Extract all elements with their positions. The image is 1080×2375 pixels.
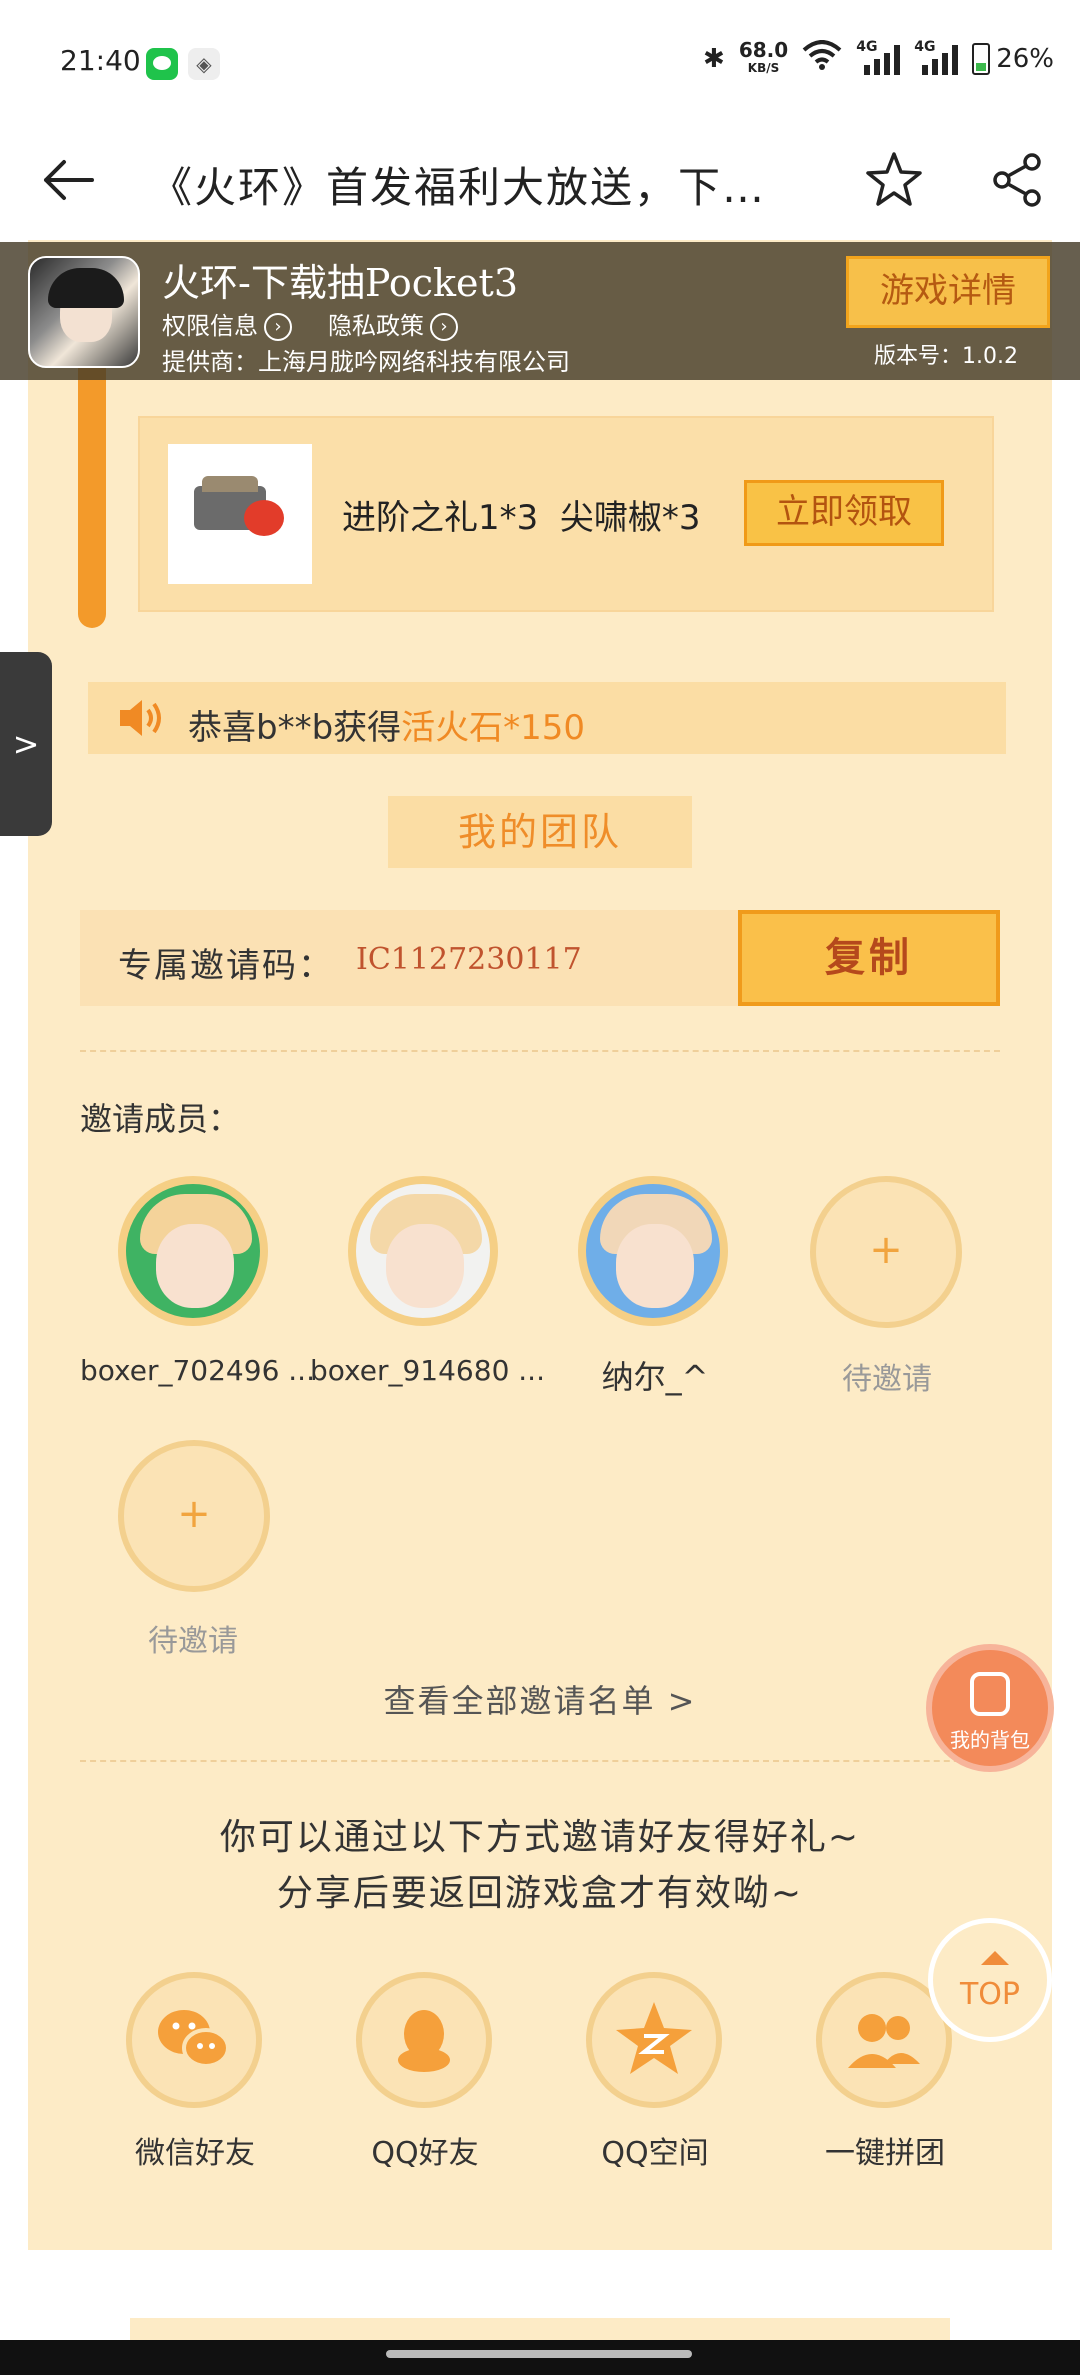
group-icon <box>848 2014 920 2068</box>
battery-indicator: 26% <box>972 42 1054 75</box>
invite-code-label: 专属邀请码： <box>118 946 334 986</box>
page-title: 《火环》首发福利大放送，下… <box>150 163 767 212</box>
status-right: ✱ 68.0 KB/S 4G 4G 26% <box>703 37 1054 77</box>
member-avatar[interactable] <box>348 1176 498 1326</box>
provider-text: 提供商：上海月胧吟网络科技有限公司 <box>162 348 570 376</box>
qzone-share-button[interactable] <box>586 1972 722 2108</box>
divider <box>80 1050 1000 1052</box>
team-section-title: 我的团队 <box>388 796 692 868</box>
share-label: QQ好友 <box>371 2136 479 2171</box>
view-all-invites-link[interactable]: 查看全部邀请名单 > <box>0 1676 1080 1722</box>
member-name: boxer_914680 ... <box>310 1354 545 1387</box>
reward-items: 进阶之礼1*3 尖啸椒*3 <box>342 498 701 538</box>
member-avatar[interactable] <box>578 1176 728 1326</box>
speaker-icon <box>116 696 168 740</box>
progress-track <box>78 352 106 628</box>
next-card-edge <box>130 2318 950 2342</box>
wechat-notification-icon <box>146 48 178 80</box>
chevron-right-icon: › <box>264 313 292 341</box>
chevron-right-icon: › <box>430 313 458 341</box>
privacy-link[interactable]: 隐私政策 › <box>328 306 458 341</box>
version-text: 版本号：1.0.2 <box>874 344 1018 369</box>
share-icon[interactable] <box>990 152 1046 208</box>
member-avatar[interactable] <box>118 1176 268 1326</box>
wechat-icon <box>158 2010 230 2068</box>
chevron-right-icon: > <box>12 725 40 763</box>
notice-text: 恭喜b**b获得活火石*150 <box>188 708 586 748</box>
qq-icon <box>398 2010 450 2072</box>
signal-1-icon: 4G <box>856 39 901 75</box>
invite-description: 你可以通过以下方式邀请好友得好礼~ <box>219 1817 861 1858</box>
member-name: 待邀请 <box>148 1624 238 1659</box>
game-details-button[interactable]: 游戏详情 <box>846 256 1050 328</box>
share-label: 微信好友 <box>135 2136 255 2171</box>
share-label: 一键拼团 <box>825 2136 945 2171</box>
permissions-link[interactable]: 权限信息 › <box>162 306 292 341</box>
signal-2-icon: 4G <box>914 39 959 75</box>
scroll-top-button[interactable]: TOP <box>928 1918 1052 2042</box>
back-arrow-icon[interactable] <box>38 150 98 210</box>
backpack-icon <box>970 1672 1010 1716</box>
my-backpack-button[interactable]: 我的背包 <box>926 1644 1054 1772</box>
divider <box>80 1760 1000 1762</box>
game-icon[interactable] <box>28 256 140 368</box>
battery-percent: 26% <box>996 43 1054 74</box>
favorite-star-icon[interactable] <box>862 148 926 212</box>
member-name: 纳尔_^ <box>601 1358 709 1396</box>
member-name: boxer_702496 ... <box>80 1354 315 1387</box>
wechat-share-button[interactable] <box>126 1972 262 2108</box>
network-speed: 68.0 KB/S <box>738 37 789 75</box>
member-name: 待邀请 <box>842 1362 932 1397</box>
status-time: 21:40 <box>60 44 141 77</box>
invite-note: 分享后要返回游戏盒才有效呦~ <box>276 1873 804 1914</box>
qq-share-button[interactable] <box>356 1972 492 2108</box>
claim-button[interactable]: 立即领取 <box>744 480 944 546</box>
home-gesture-bar[interactable] <box>386 2350 692 2358</box>
game-name: 火环-下载抽Pocket3 <box>162 261 518 305</box>
side-drawer-tab[interactable]: > <box>0 652 52 836</box>
wifi-icon <box>802 40 842 77</box>
invite-slot-button[interactable]: + <box>810 1176 962 1328</box>
invite-slot-button[interactable]: + <box>118 1440 270 1592</box>
invite-code-value: IC1127230117 <box>356 942 582 977</box>
pepper-icon <box>244 500 284 536</box>
share-label: QQ空间 <box>601 2136 709 2171</box>
copy-button[interactable]: 复制 <box>738 910 1000 1006</box>
arrow-up-icon <box>981 1951 1009 1965</box>
members-label: 邀请成员： <box>80 1100 241 1138</box>
app-notification-icon: ◈ <box>188 48 220 80</box>
bluetooth-icon: ✱ <box>703 43 725 74</box>
qzone-icon <box>616 2002 692 2074</box>
battery-icon <box>972 42 991 75</box>
